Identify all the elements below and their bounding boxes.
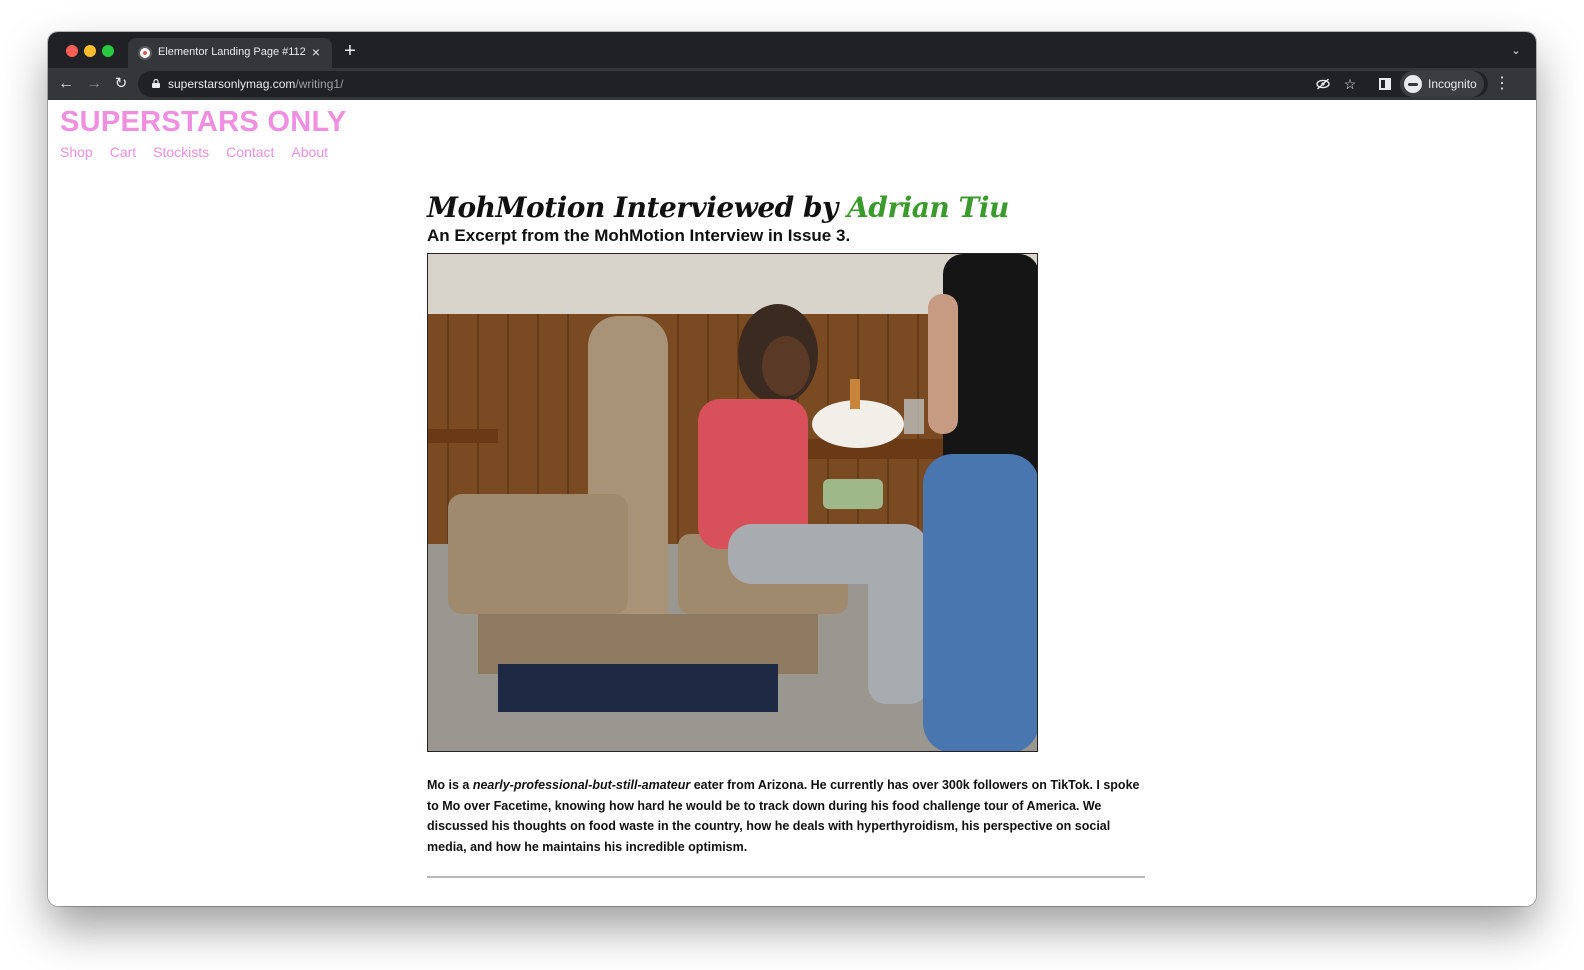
url-text[interactable]: superstarsonlymag.com/writing1/ bbox=[168, 77, 343, 91]
section-divider bbox=[427, 876, 1145, 878]
nav-link-shop[interactable]: Shop bbox=[60, 144, 93, 160]
eye-off-icon[interactable] bbox=[1314, 75, 1332, 93]
article-subtitle: An Excerpt from the MohMotion Interview … bbox=[427, 226, 851, 245]
tab-title: Elementor Landing Page #1127 bbox=[158, 46, 306, 58]
close-window-button[interactable] bbox=[66, 45, 78, 57]
site-nav: Shop Cart Stockists Contact About bbox=[60, 144, 328, 160]
profile-chip[interactable]: Incognito bbox=[1400, 71, 1484, 97]
page-content: SUPERSTARS ONLY Shop Cart Stockists Cont… bbox=[48, 100, 1536, 906]
article-title: MohMotion Interviewed by Adrian Tiu bbox=[427, 190, 1147, 226]
article-intro: Mo is a nearly-professional-but-still-am… bbox=[427, 775, 1145, 857]
reload-icon[interactable]: ↻ bbox=[111, 74, 131, 94]
diner-photo-illustration bbox=[428, 254, 1037, 751]
incognito-icon bbox=[1404, 75, 1422, 93]
article-author: Adrian Tiu bbox=[847, 191, 1009, 224]
lock-icon bbox=[152, 79, 160, 88]
profile-label: Incognito bbox=[1428, 77, 1477, 91]
browser-toolbar: ← → ↻ superstarsonlymag.com/writing1/ ☆ … bbox=[48, 68, 1536, 100]
site-logo-title[interactable]: SUPERSTARS ONLY bbox=[60, 106, 347, 139]
forward-icon[interactable]: → bbox=[84, 74, 104, 94]
kebab-menu-icon[interactable]: ⋮ bbox=[1494, 74, 1510, 94]
tab-close-icon[interactable]: × bbox=[308, 44, 324, 60]
nav-link-stockists[interactable]: Stockists bbox=[153, 144, 209, 160]
browser-window: Elementor Landing Page #1127 × + ⌄ ← → ↻… bbox=[48, 32, 1536, 906]
browser-tab[interactable]: Elementor Landing Page #1127 × bbox=[128, 38, 332, 68]
address-bar[interactable]: superstarsonlymag.com/writing1/ ☆ bbox=[138, 71, 1488, 97]
article-photo bbox=[427, 253, 1038, 752]
article-body-intro: Mo is a bbox=[427, 778, 473, 792]
nav-link-cart[interactable]: Cart bbox=[110, 144, 136, 160]
tab-bar: Elementor Landing Page #1127 × + ⌄ bbox=[48, 32, 1536, 68]
new-tab-button[interactable]: + bbox=[340, 41, 360, 61]
article: MohMotion Interviewed by Adrian Tiu An E… bbox=[427, 190, 1147, 878]
favicon-icon bbox=[138, 46, 152, 60]
star-icon[interactable]: ☆ bbox=[1341, 75, 1359, 93]
maximize-window-button[interactable] bbox=[102, 45, 114, 57]
url-host: superstarsonlymag.com bbox=[168, 77, 296, 91]
back-icon[interactable]: ← bbox=[56, 74, 76, 94]
side-panel-icon[interactable] bbox=[1379, 78, 1391, 90]
minimize-window-button[interactable] bbox=[84, 45, 96, 57]
nav-link-about[interactable]: About bbox=[291, 144, 328, 160]
url-path: /writing1/ bbox=[295, 77, 344, 91]
nav-link-contact[interactable]: Contact bbox=[226, 144, 274, 160]
article-body-emphasis: nearly-professional-but-still-amateur bbox=[472, 778, 691, 792]
article-title-main: MohMotion Interviewed by bbox=[427, 191, 848, 224]
tab-search-icon[interactable]: ⌄ bbox=[1508, 44, 1524, 58]
